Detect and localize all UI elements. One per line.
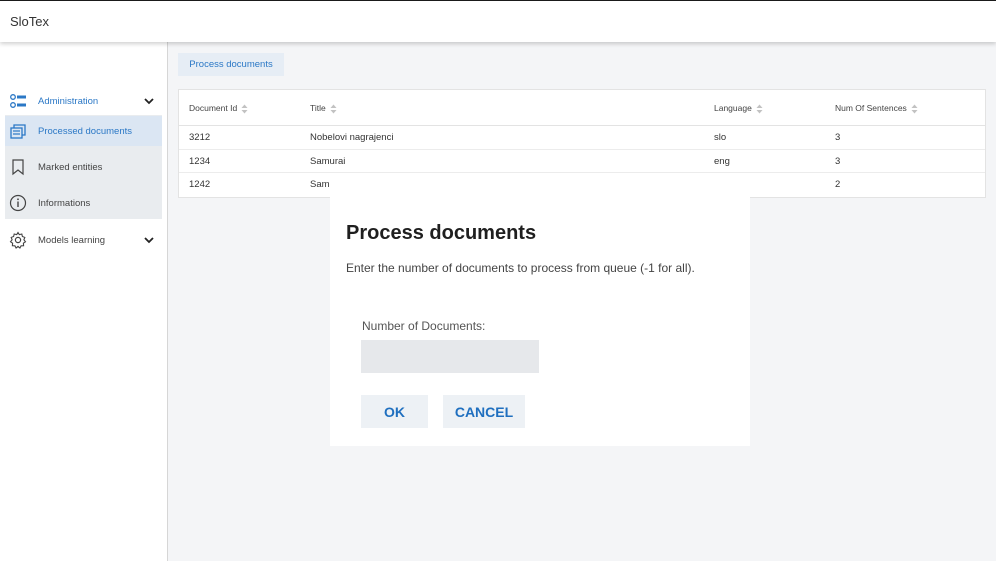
sidebar-item-models-learning[interactable]: Models learning — [5, 225, 162, 255]
column-header-title[interactable]: Title — [310, 90, 337, 126]
cancel-button[interactable]: CANCEL — [443, 395, 525, 428]
sidebar: Administration Processed documents Marke… — [0, 42, 168, 561]
number-of-documents-input[interactable] — [361, 340, 539, 373]
sort-icon[interactable] — [911, 104, 918, 114]
cell-num-of-sentences: 2 — [835, 179, 841, 190]
chevron-down-icon[interactable] — [143, 234, 155, 246]
number-of-documents-label: Number of Documents: — [362, 319, 486, 333]
table-row[interactable]: 1234 Samurai eng 3 — [179, 150, 985, 173]
sidebar-item-label: Models learning — [38, 234, 106, 246]
dialog-description: Enter the number of documents to process… — [346, 261, 695, 275]
table-header: Document Id Title Language Num Of Senten… — [179, 90, 985, 126]
cell-document-id: 1242 — [189, 179, 211, 190]
cell-document-id: 3212 — [189, 132, 211, 143]
column-header-label: Language — [714, 103, 752, 113]
cell-num-of-sentences: 3 — [835, 132, 841, 143]
ok-button[interactable]: OK — [361, 395, 428, 428]
column-header-num-of-sentences[interactable]: Num Of Sentences — [835, 90, 918, 126]
chevron-down-icon[interactable] — [143, 95, 155, 107]
process-documents-dialog: Process documents Enter the number of do… — [330, 196, 750, 446]
cell-title: Samurai — [310, 155, 346, 167]
sidebar-item-label: Processed documents — [38, 125, 132, 137]
cell-title: Sam — [310, 179, 330, 190]
cell-language: eng — [714, 155, 730, 167]
documents-icon — [9, 122, 27, 140]
cell-num-of-sentences: 3 — [835, 155, 841, 167]
sort-icon[interactable] — [241, 104, 248, 114]
column-header-label: Title — [310, 103, 326, 113]
sidebar-item-marked-entities[interactable]: Marked entities — [5, 152, 162, 182]
documents-table: Document Id Title Language Num Of Senten… — [178, 89, 986, 198]
sidebar-item-administration[interactable]: Administration — [5, 88, 162, 114]
cell-title: Nobelovi nagrajenci — [310, 132, 394, 143]
cell-language: slo — [714, 132, 727, 143]
sidebar-item-label: Administration — [38, 95, 99, 107]
gear-icon — [9, 231, 27, 249]
sidebar-item-processed-documents[interactable]: Processed documents — [5, 116, 162, 146]
sidebar-item-informations[interactable]: Informations — [5, 188, 162, 218]
column-header-label: Document Id — [189, 103, 238, 113]
table-row[interactable]: 3212 Nobelovi nagrajenci slo 3 — [179, 126, 985, 150]
process-documents-button[interactable]: Process documents — [178, 53, 284, 76]
bookmark-icon — [9, 158, 27, 176]
app-title: SloTex — [10, 14, 50, 29]
list-settings-icon — [9, 92, 27, 110]
top-bar: SloTex — [0, 0, 996, 42]
sort-icon[interactable] — [756, 104, 763, 114]
column-header-document-id[interactable]: Document Id — [189, 90, 248, 126]
sort-icon[interactable] — [330, 104, 337, 114]
info-icon — [9, 194, 27, 212]
dialog-title: Process documents — [346, 222, 537, 244]
table-row[interactable]: 1242 Sam 2 — [179, 173, 985, 197]
column-header-language[interactable]: Language — [714, 90, 763, 126]
sidebar-item-label: Informations — [38, 197, 91, 209]
sidebar-item-label: Marked entities — [38, 161, 103, 173]
column-header-label: Num Of Sentences — [835, 103, 907, 113]
cell-document-id: 1234 — [189, 155, 211, 167]
